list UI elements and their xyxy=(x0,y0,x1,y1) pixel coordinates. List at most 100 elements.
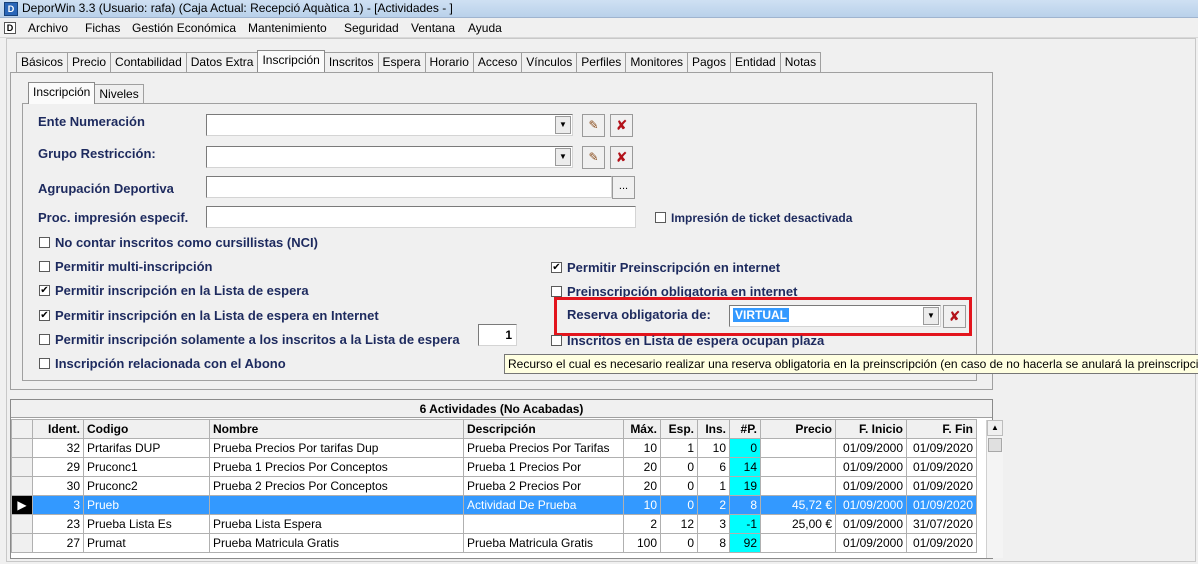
table-cell: 27 xyxy=(32,533,84,553)
browse-button[interactable]: ... xyxy=(612,176,635,199)
row-indicator[interactable] xyxy=(11,457,33,477)
tab-inscripcion[interactable]: Inscripción xyxy=(257,50,325,72)
table-cell: Pruconc1 xyxy=(83,457,210,477)
ente-numeracion-combo[interactable]: ▼ xyxy=(206,114,573,136)
scroll-thumb[interactable] xyxy=(988,438,1002,452)
menu-ventana[interactable]: Ventana xyxy=(411,21,455,35)
tab-datos-extra[interactable]: Datos Extra xyxy=(185,52,259,72)
sub-tabs: Inscripción Niveles xyxy=(28,82,144,104)
col-precio[interactable]: Precio xyxy=(760,419,836,439)
preinscripcion-internet-checkbox[interactable]: ✔ xyxy=(551,262,562,273)
menu-gestion-economica[interactable]: Gestión Económica xyxy=(132,21,236,35)
table-cell: 2 xyxy=(697,495,730,515)
table-cell: 19 xyxy=(729,476,761,496)
table-cell xyxy=(760,533,836,553)
col-codigo[interactable]: Codigo xyxy=(83,419,210,439)
tab-precio[interactable]: Precio xyxy=(67,52,112,72)
row-indicator[interactable] xyxy=(11,476,33,496)
tab-perfiles[interactable]: Perfiles xyxy=(576,52,627,72)
table-row[interactable]: 32 Prtarifas DUP Prueba Precios Por tarifa… xyxy=(11,438,977,458)
col-nombre[interactable]: Nombre xyxy=(209,419,464,439)
edit-icon[interactable]: ✎ xyxy=(582,146,605,169)
table-cell: 01/09/2020 xyxy=(906,476,977,496)
row-pointer-icon[interactable]: ▶ xyxy=(11,495,33,515)
tab-inscritos[interactable]: Inscritos xyxy=(323,52,379,72)
lista-espera-internet-checkbox[interactable]: ✔ xyxy=(39,310,50,321)
table-cell: 10 xyxy=(697,438,730,458)
table-row[interactable]: 27 Prumat Prueba Matricula Gratis Prueba Ma… xyxy=(11,533,977,553)
tab-contabilidad[interactable]: Contabilidad xyxy=(110,52,187,72)
table-cell: 0 xyxy=(660,476,698,496)
tab-horario[interactable]: Horario xyxy=(424,52,474,72)
row-indicator[interactable] xyxy=(11,514,33,534)
menu-archivo[interactable]: Archivo xyxy=(28,21,68,35)
row-indicator[interactable] xyxy=(11,438,33,458)
table-row[interactable]: ▶ 3 Prueb Actividad De Prueba 10 0 2 8 45,72 €01… xyxy=(11,495,977,515)
menu-seguridad[interactable]: Seguridad xyxy=(344,21,399,35)
scroll-up-icon[interactable]: ▲ xyxy=(987,420,1003,436)
clear-icon[interactable]: ✘ xyxy=(610,146,633,169)
relacionada-abono-checkbox[interactable] xyxy=(39,358,50,369)
proc-impresion-label: Proc. impresión especif. xyxy=(38,210,189,225)
tab-notas[interactable]: Notas xyxy=(779,52,822,72)
relacionada-abono-label: Inscripción relacionada con el Abono xyxy=(55,356,286,371)
col-ins[interactable]: Ins. xyxy=(697,419,730,439)
col-f-fin[interactable]: F. Fin xyxy=(906,419,977,439)
table-row[interactable]: 30 Pruconc2 Prueba 2 Precios Por Conceptos… xyxy=(11,476,977,496)
table-cell: 01/09/2020 xyxy=(906,533,977,553)
no-contar-checkbox[interactable] xyxy=(39,237,50,248)
chevron-down-icon[interactable]: ▼ xyxy=(555,116,571,134)
agrupacion-deportiva-input[interactable] xyxy=(206,176,612,198)
tab-acceso[interactable]: Acceso xyxy=(472,52,523,72)
multi-inscripcion-checkbox[interactable] xyxy=(39,261,50,272)
edit-icon[interactable]: ✎ xyxy=(582,114,605,137)
subtab-niveles[interactable]: Niveles xyxy=(94,84,144,104)
tab-entidad[interactable]: Entidad xyxy=(730,52,781,72)
chevron-down-icon[interactable]: ▼ xyxy=(555,148,571,166)
clear-icon[interactable]: ✘ xyxy=(610,114,633,137)
table-cell: 8 xyxy=(697,533,730,553)
table-cell: 01/09/2020 xyxy=(906,495,977,515)
table-cell: 12 xyxy=(660,514,698,534)
col-f-inicio[interactable]: F. Inicio xyxy=(835,419,907,439)
lista-espera-internet-label: Permitir inscripción en la Lista de espe… xyxy=(55,308,379,323)
lista-espera-checkbox[interactable]: ✔ xyxy=(39,285,50,296)
tab-monitores[interactable]: Monitores xyxy=(625,52,688,72)
row-indicator[interactable] xyxy=(11,533,33,553)
table-cell: Prueba Lista Es xyxy=(83,514,210,534)
table-row[interactable]: 29 Pruconc1 Prueba 1 Precios Por Conceptos… xyxy=(11,457,977,477)
impresion-ticket-checkbox[interactable] xyxy=(655,212,666,223)
col-esp[interactable]: Esp. xyxy=(660,419,698,439)
menu-mantenimiento[interactable]: Mantenimiento xyxy=(248,21,327,35)
table-cell: 3 xyxy=(32,495,84,515)
table-cell: Prueba Matricula Gratis xyxy=(209,533,464,553)
grid-scrollbar[interactable]: ▲ xyxy=(986,420,1003,558)
tab-vinculos[interactable]: Vínculos xyxy=(521,52,578,72)
menu-ayuda[interactable]: Ayuda xyxy=(468,21,502,35)
col-descripcion[interactable]: Descripción xyxy=(463,419,624,439)
grupo-restriccion-combo[interactable]: ▼ xyxy=(206,146,573,168)
tab-espera[interactable]: Espera xyxy=(377,52,426,72)
multi-inscripcion-label: Permitir multi-inscripción xyxy=(55,259,213,274)
subtab-inscripcion[interactable]: Inscripción xyxy=(28,82,96,104)
col-max[interactable]: Máx. xyxy=(623,419,661,439)
table-cell: Prueb xyxy=(83,495,210,515)
proc-impresion-input[interactable] xyxy=(206,206,636,228)
menu-fichas[interactable]: Fichas xyxy=(85,21,120,35)
tab-basicos[interactable]: Básicos xyxy=(16,52,69,72)
table-row[interactable]: 23 Prueba Lista Es Prueba Lista Espera 2 12 3… xyxy=(11,514,977,534)
preinscripcion-obligatoria-checkbox[interactable] xyxy=(551,286,562,297)
col-ident[interactable]: Ident. xyxy=(32,419,84,439)
inscritos-lista-espera-checkbox[interactable] xyxy=(551,335,562,346)
table-cell: 0 xyxy=(660,495,698,515)
table-cell: Prueba 1 Precios Por xyxy=(463,457,624,477)
table-cell: Prueba Lista Espera xyxy=(209,514,464,534)
table-cell: 45,72 € xyxy=(760,495,836,515)
main-tabs: Básicos Precio Contabilidad Datos Extra … xyxy=(16,50,822,72)
col-p[interactable]: #P. xyxy=(729,419,761,439)
solo-lista-espera-input[interactable]: 1 xyxy=(478,324,517,346)
tab-pagos[interactable]: Pagos xyxy=(687,52,732,72)
activities-grid: 6 Actividades (No Acabadas) Ident. Codig… xyxy=(10,399,1003,559)
solo-lista-espera-checkbox[interactable] xyxy=(39,334,50,345)
document-menu-icon[interactable]: D xyxy=(4,22,16,34)
